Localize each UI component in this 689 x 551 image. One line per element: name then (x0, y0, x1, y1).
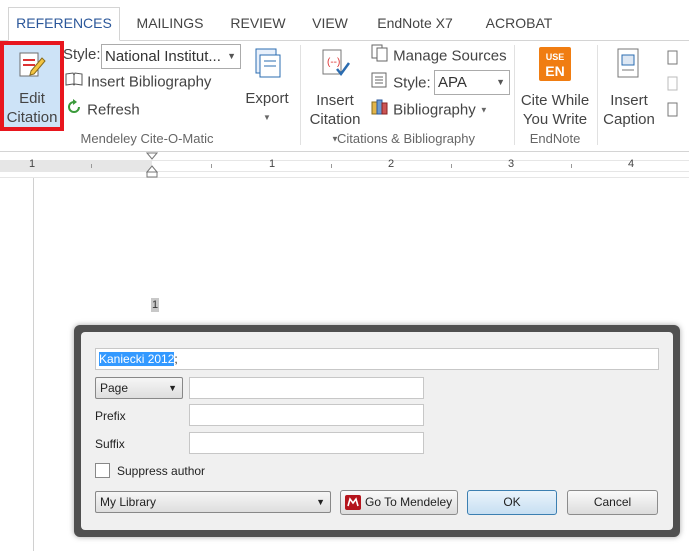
refresh-button[interactable]: Refresh (65, 98, 140, 120)
library-value: My Library (100, 495, 157, 509)
insert-bibliography-button[interactable]: Insert Bibliography (65, 71, 211, 93)
ruler-number: 3 (508, 158, 515, 170)
tab-acrobat[interactable]: ACROBAT (474, 8, 564, 40)
ribbon: Edit Citation Style: National Institut..… (0, 41, 689, 152)
citation-style-value: APA (438, 74, 467, 91)
page-left-edge (33, 178, 34, 551)
suffix-input[interactable] (189, 432, 424, 454)
mendeley-group-label: Mendeley Cite-O-Matic (80, 131, 214, 146)
cite-while-label-2: You Write (522, 111, 588, 128)
tab-references[interactable]: REFERENCES (8, 7, 120, 41)
chevron-down-icon: ▼ (263, 113, 271, 122)
edit-citation-label-1: Edit (19, 90, 45, 107)
book-icon (65, 71, 83, 94)
insert-caption-icon (616, 47, 642, 81)
suppress-author-checkbox[interactable] (95, 463, 110, 478)
mendeley-style-dropdown[interactable]: National Institut... ▼ (101, 44, 241, 69)
insert-bibliography-label: Insert Bibliography (87, 73, 212, 91)
ruler-number: 1 (29, 158, 36, 170)
svg-text:(--): (--) (327, 57, 340, 68)
chevron-down-icon: ▼ (316, 497, 325, 507)
group-divider (597, 45, 598, 145)
export-icon (252, 47, 282, 79)
citations-group-label: Citations & Bibliography (336, 131, 476, 146)
tab-review[interactable]: REVIEW (220, 8, 296, 40)
suppress-author-label: Suppress author (117, 464, 206, 478)
citation-style-label: Style: (393, 74, 431, 92)
ruler-track (152, 160, 689, 172)
tab-endnote-x7[interactable]: EndNote X7 (362, 8, 468, 40)
endnote-group-label: EndNote (529, 131, 581, 146)
ruler-number: 1 (269, 158, 276, 170)
locator-input[interactable] (189, 377, 424, 399)
ruler-number: 2 (388, 158, 395, 170)
bibliography-button[interactable]: Bibliography ▼ (371, 98, 488, 120)
edit-citation-button[interactable]: Edit Citation (0, 41, 64, 131)
cancel-button[interactable]: Cancel (567, 490, 658, 515)
line-number: 1 (151, 298, 159, 312)
insert-caption-label-1: Insert (610, 92, 648, 109)
mendeley-icon (345, 495, 361, 510)
ribbon-tab-bar: REFERENCES MAILINGS REVIEW VIEW EndNote … (0, 0, 689, 41)
insert-citation-label-1: Insert (316, 92, 354, 109)
manage-sources-label: Manage Sources (393, 47, 507, 65)
ruler-tick (91, 164, 92, 168)
insert-caption-label-2: Caption (603, 111, 655, 128)
cite-while-label-1: Cite While (520, 92, 590, 109)
locator-type-value: Page (100, 381, 129, 395)
style-icon (371, 71, 389, 96)
mendeley-style-value: National Institut... (105, 48, 221, 65)
chevron-down-icon: ▼ (227, 51, 236, 61)
library-select[interactable]: My Library ▼ (95, 491, 331, 513)
tab-mailings[interactable]: MAILINGS (128, 8, 212, 40)
captions-overflow-icons (666, 49, 680, 121)
bibliography-label: Bibliography (393, 101, 476, 119)
ruler-number: 4 (628, 158, 635, 170)
insert-citation-icon: (--) (319, 47, 351, 83)
go-to-mendeley-label: Go To Mendeley (365, 495, 453, 509)
mendeley-style-label: Style: (63, 46, 101, 63)
locator-type-select[interactable]: Page ▼ (95, 377, 183, 399)
go-to-mendeley-button[interactable]: Go To Mendeley (340, 490, 458, 515)
ruler-tick (571, 164, 572, 168)
edit-citation-label-2: Citation (6, 109, 58, 126)
export-button[interactable]: Export ▼ (242, 47, 292, 127)
ruler-left-margin (0, 160, 152, 172)
cite-while-you-write-button[interactable]: USE EN Cite While You Write (518, 47, 592, 129)
group-divider (300, 45, 301, 145)
suffix-label: Suffix (95, 437, 125, 451)
chevron-down-icon: ▼ (479, 105, 488, 115)
insert-caption-button[interactable]: Insert Caption (600, 47, 658, 129)
ruler-tick (211, 164, 212, 168)
citation-style-row: Style: (371, 71, 431, 93)
chevron-down-icon: ▼ (168, 383, 177, 393)
selected-citation[interactable]: Kaniecki 2012 (99, 352, 175, 366)
refresh-label: Refresh (87, 101, 140, 119)
ruler-tick (451, 164, 452, 168)
citation-separator: ; (174, 352, 178, 366)
export-label: Export (245, 90, 289, 107)
group-divider (514, 45, 515, 145)
horizontal-ruler[interactable]: 1 1 2 3 4 (0, 152, 689, 178)
edit-citation-icon (17, 51, 47, 84)
ruler-tick (331, 164, 332, 168)
dialog-body: Kaniecki 2012; Page ▼ Prefix Suffix Supp… (81, 332, 673, 530)
chevron-down-icon: ▼ (496, 77, 505, 87)
ok-button[interactable]: OK (467, 490, 557, 515)
citation-style-dropdown[interactable]: APA ▼ (434, 70, 510, 95)
bibliography-icon (371, 98, 389, 123)
prefix-input[interactable] (189, 404, 424, 426)
edit-citation-dialog: Kaniecki 2012; Page ▼ Prefix Suffix Supp… (74, 325, 680, 537)
manage-sources-icon (371, 44, 389, 69)
tab-view[interactable]: VIEW (302, 8, 358, 40)
citation-search-input[interactable]: Kaniecki 2012; (95, 348, 659, 370)
prefix-label: Prefix (95, 409, 126, 423)
endnote-icon: USE EN (539, 47, 571, 81)
manage-sources-button[interactable]: Manage Sources (371, 44, 507, 66)
refresh-icon (65, 98, 83, 123)
